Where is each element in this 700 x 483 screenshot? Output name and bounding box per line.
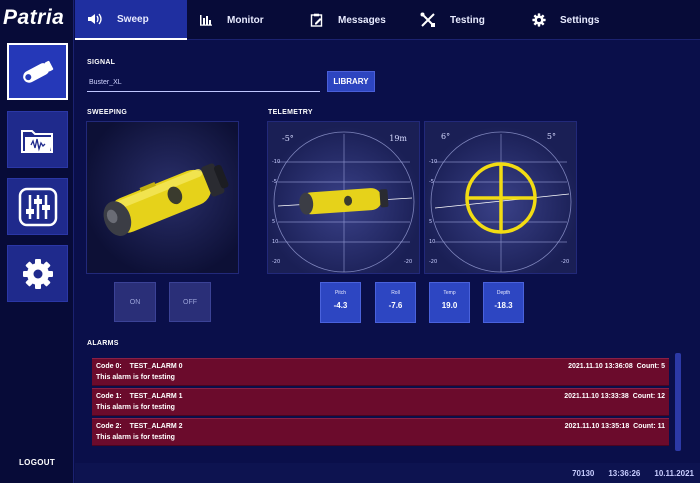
depth-label: Depth	[496, 290, 511, 296]
roll-gauge-graphic: -10 -5 5 10 -20 -20	[272, 131, 415, 273]
rail-item-settings[interactable]	[7, 245, 68, 302]
alarm-timestamp: 2021.11.10 13:35:18	[564, 423, 630, 430]
speaker-icon	[88, 13, 102, 25]
temp-value: 19.0	[441, 301, 458, 310]
status-date: 10.11.2021	[654, 468, 694, 478]
alarm-count: Count: 5	[636, 363, 665, 370]
rail-item-mixer[interactable]	[7, 178, 68, 235]
alarm-item[interactable]: Code 2: TEST_ALARM 2 2021.11.10 13:35:18 …	[92, 418, 669, 446]
tab-messages-label: Messages	[338, 14, 386, 26]
tab-messages[interactable]: Messages	[310, 0, 420, 40]
alarm-item[interactable]: Code 0: TEST_ALARM 0 2021.11.10 13:36:08 …	[92, 358, 669, 386]
alarm-item[interactable]: Code 1: TEST_ALARM 1 2021.11.10 13:33:38 …	[92, 388, 669, 416]
status-time: 13:36:26	[608, 468, 641, 478]
signal-input[interactable]	[87, 73, 320, 92]
alarm-message: This alarm is for testing	[96, 404, 175, 411]
roll-readout: Roll -7.6	[375, 282, 416, 323]
temp-label: Temp	[443, 290, 456, 296]
gear-icon	[532, 13, 546, 27]
svg-text:-20: -20	[404, 259, 412, 265]
alarm-timestamp: 2021.11.10 13:33:38	[564, 393, 629, 400]
svg-text:-20: -20	[272, 259, 280, 265]
alarm-count: Count: 12	[632, 393, 665, 400]
pitch-gauge-graphic: -10 -5 5 10 -20 -20	[429, 131, 572, 273]
sweep-on-button[interactable]: ON	[114, 282, 156, 322]
pitch-readout: Pitch -4.3	[320, 282, 361, 323]
svg-text:-20: -20	[429, 259, 437, 265]
alarm-code: Code 1:	[96, 393, 122, 400]
tab-sweep-label: Sweep	[117, 13, 149, 25]
svg-text:10: 10	[272, 239, 278, 245]
device-preview	[86, 121, 239, 274]
tools-icon	[420, 12, 435, 27]
tab-monitor[interactable]: Monitor	[199, 0, 299, 40]
folder-waveform-icon	[20, 129, 53, 153]
svg-text:10: 10	[429, 239, 435, 245]
alarm-list: Code 0: TEST_ALARM 0 2021.11.10 13:36:08 …	[92, 358, 669, 450]
svg-text:5: 5	[272, 219, 275, 225]
tab-monitor-label: Monitor	[227, 14, 264, 26]
alarm-name: TEST_ALARM 2	[129, 423, 183, 430]
attitude-gauge-pitch: -10 -5 5 10 -20 -20 6° 5°	[424, 121, 577, 274]
top-tabs: Sweep Monitor Messages Testing Settings	[75, 0, 700, 40]
alarm-scrollbar[interactable]	[675, 353, 681, 451]
alarm-code: Code 2:	[96, 423, 122, 430]
alarms-section-label: ALARMS	[87, 340, 119, 347]
clipboard-edit-icon	[310, 13, 323, 27]
alarm-timestamp: 2021.11.10 13:36:08	[568, 363, 633, 370]
roll-label: Roll	[391, 290, 400, 296]
library-button[interactable]: LIBRARY	[327, 71, 375, 92]
rail-item-signal-library[interactable]	[7, 111, 68, 168]
alarm-count: Count: 11	[633, 423, 665, 430]
svg-text:-20: -20	[561, 259, 569, 265]
pitch-value: -4.3	[333, 301, 348, 310]
alarm-code: Code 0:	[96, 363, 122, 370]
svg-text:-5: -5	[272, 179, 277, 185]
roll-value: -7.6	[388, 301, 403, 310]
tab-testing[interactable]: Testing	[420, 0, 530, 40]
telemetry-section-label: TELEMETRY	[268, 109, 313, 116]
alarm-message: This alarm is for testing	[96, 374, 175, 381]
svg-text:-10: -10	[272, 159, 280, 165]
sliders-icon	[18, 187, 57, 226]
alarm-name: TEST_ALARM 0	[129, 363, 183, 370]
rail-item-torpedo[interactable]	[7, 43, 68, 100]
tab-settings[interactable]: Settings	[532, 0, 642, 40]
alarm-name: TEST_ALARM 1	[129, 393, 183, 400]
svg-text:-5: -5	[429, 179, 434, 185]
left-rail: Patria LOGOUT	[0, 0, 74, 483]
alarm-message: This alarm is for testing	[96, 434, 175, 441]
roll-mark: -5°	[282, 134, 294, 143]
pitch-right-mark: 5°	[546, 132, 556, 141]
svg-text:-10: -10	[429, 159, 437, 165]
status-bar: 70130 13:36:26 10.11.2021	[75, 463, 700, 483]
temp-readout: Temp 19.0	[429, 282, 470, 323]
pitch-label: Pitch	[334, 290, 347, 296]
sweeping-section-label: SWEEPING	[87, 109, 128, 116]
patria-logo: Patria	[3, 6, 65, 29]
sweep-off-button[interactable]: OFF	[169, 282, 211, 322]
depth-readout: Depth -18.3	[483, 282, 524, 323]
signal-section-label: SIGNAL	[87, 59, 116, 66]
tab-sweep[interactable]: Sweep	[75, 0, 187, 40]
device-image	[103, 163, 229, 236]
status-id: 70130	[572, 468, 595, 478]
depth-value: -18.3	[494, 301, 513, 310]
logout-button[interactable]: LOGOUT	[0, 458, 74, 467]
svg-text:5: 5	[429, 219, 432, 225]
alarm-scroll-thumb[interactable]	[675, 353, 681, 451]
torpedo-icon	[22, 60, 53, 83]
attitude-gauge-roll: -10 -5 5 10 -20 -20 -5° 19m	[267, 121, 420, 274]
tab-testing-label: Testing	[450, 14, 485, 26]
depth-mark: 19m	[389, 134, 407, 143]
tab-settings-label: Settings	[560, 14, 600, 26]
gear-icon	[22, 258, 53, 289]
bar-chart-icon	[200, 15, 212, 26]
pitch-left-mark: 6°	[441, 132, 451, 141]
